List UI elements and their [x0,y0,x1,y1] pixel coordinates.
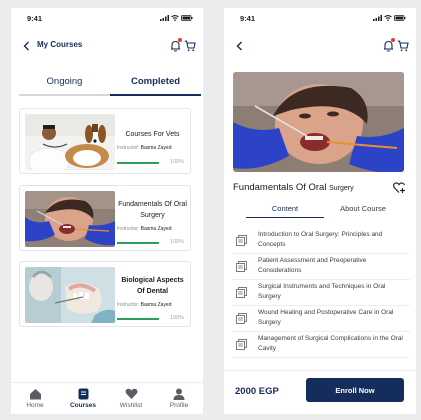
back-button[interactable] [19,39,33,53]
lesson-title: Surgical Instruments and Techniques in O… [258,283,386,300]
nav-profile[interactable]: Profile [155,383,203,414]
course-title: Fundamentals Of Oral Surgery [233,182,354,193]
notifications-button[interactable] [383,38,395,57]
enroll-now-button[interactable]: Enroll Now [306,378,404,402]
course-title: Courses For Vets [125,131,180,138]
wifi-icon [171,15,179,21]
wifi-icon [384,15,392,21]
lesson-title: Introduction to Oral Surgery: Principles… [258,231,383,248]
list-item[interactable]: Surgical Instruments and Techniques in O… [232,280,410,306]
nav-courses[interactable]: Courses [59,383,107,414]
instructor-name: Basma Zayed [140,226,172,232]
nav-wishlist[interactable]: Wishlist [107,383,155,414]
course-tabs: Ongoing Completed [19,74,201,96]
progress-fill [117,318,159,320]
status-time: 9:41 [27,14,43,23]
notification-dot [391,38,395,42]
progress-fill [117,162,159,164]
course-title: Fundamentals Of Oral Surgery [118,201,187,219]
nav-label: Wishlist [119,402,143,409]
list-item[interactable]: Patient Assessment and Preoperative Cons… [232,254,410,280]
course-title-main: Fundamentals Of Oral [233,182,327,193]
nav-label: Courses [69,402,96,409]
course-price: 2000 EGP [235,386,279,397]
lesson-title: Management of Surgical Complications in … [258,335,403,352]
course-details-screen: 9:41 Fundamentals Of Oral Surgery Conten… [224,8,416,414]
course-instructor: Instructor: Basma Zayed [117,226,171,232]
instructor-name: Basma Zayed [140,145,172,151]
lesson-icon [236,235,247,246]
course-thumbnail-dental [25,267,115,323]
progress-percent: 100% [169,159,184,165]
instructor-label: Instructor: [117,226,140,232]
instructor-name: Basma Zayed [140,302,172,308]
tab-content[interactable]: Content [246,204,324,218]
my-courses-screen: 9:41 My Courses Ongoing Completed Course… [11,8,203,414]
lesson-icon [236,313,247,324]
tab-completed[interactable]: Completed [110,74,201,96]
status-bar: 9:41 [11,14,203,26]
lesson-list: Introduction to Oral Surgery: Principles… [232,228,410,358]
tab-about-course[interactable]: About Course [324,204,402,218]
chevron-left-icon [236,41,243,51]
signal-icon [160,15,169,21]
lesson-title: Wound Healing and Postoperative Care in … [258,309,394,326]
list-item[interactable]: Management of Surgical Complications in … [232,332,410,358]
back-button[interactable] [232,39,246,53]
bottom-nav: Home Courses Wishlist Profile [11,382,203,414]
progress-bar [117,242,159,244]
instructor-label: Instructor: [117,145,140,151]
home-icon [29,388,42,400]
progress-bar [117,318,159,320]
course-thumbnail-oral-surgery [25,191,115,247]
lesson-icon [236,261,247,272]
nav-home[interactable]: Home [11,383,59,414]
lesson-icon [236,287,247,298]
notifications-button[interactable] [170,38,182,57]
list-item[interactable]: Introduction to Oral Surgery: Principles… [232,228,410,254]
cart-icon [184,40,196,52]
lesson-title: Patient Assessment and Preoperative Cons… [258,257,367,274]
detail-tabs: Content About Course [246,204,402,218]
progress-percent: 100% [169,239,184,245]
profile-icon [173,388,185,400]
nav-label: Home [26,402,44,409]
courses-icon [78,388,89,400]
course-thumbnail-vet [25,114,115,170]
chevron-left-icon [23,41,30,51]
cart-icon [397,40,409,52]
course-card[interactable]: Courses For Vets Instructor: Basma Zayed… [19,108,191,174]
battery-icon [394,15,406,21]
page-title: My Courses [37,40,83,49]
course-card[interactable]: Biological Aspects Of Dental Instructor:… [19,261,191,327]
heart-icon [125,388,138,400]
course-instructor: Instructor: Basma Zayed [117,302,171,308]
lesson-icon [236,339,247,350]
notification-dot [178,38,182,42]
list-item[interactable]: Wound Healing and Postoperative Care in … [232,306,410,332]
progress-percent: 100% [169,315,184,321]
status-bar: 9:41 [224,14,416,26]
signal-icon [373,15,382,21]
progress-fill [117,242,159,244]
course-hero-image [233,72,404,172]
cart-button[interactable] [397,39,409,57]
nav-label: Profile [169,402,189,409]
progress-bar [117,162,159,164]
heart-plus-icon [393,182,406,194]
purchase-bar: 2000 EGP Enroll Now [224,370,416,414]
add-to-wishlist-button[interactable] [393,181,406,199]
course-instructor: Instructor: Basma Zayed [117,145,171,151]
instructor-label: Instructor: [117,302,140,308]
course-title-suffix: Surgery [329,185,354,192]
tab-ongoing[interactable]: Ongoing [19,74,110,96]
status-time: 9:41 [240,14,256,23]
cart-button[interactable] [184,39,196,57]
course-title: Biological Aspects Of Dental [121,277,184,295]
course-card[interactable]: Fundamentals Of Oral Surgery Instructor:… [19,185,191,251]
battery-icon [181,15,193,21]
